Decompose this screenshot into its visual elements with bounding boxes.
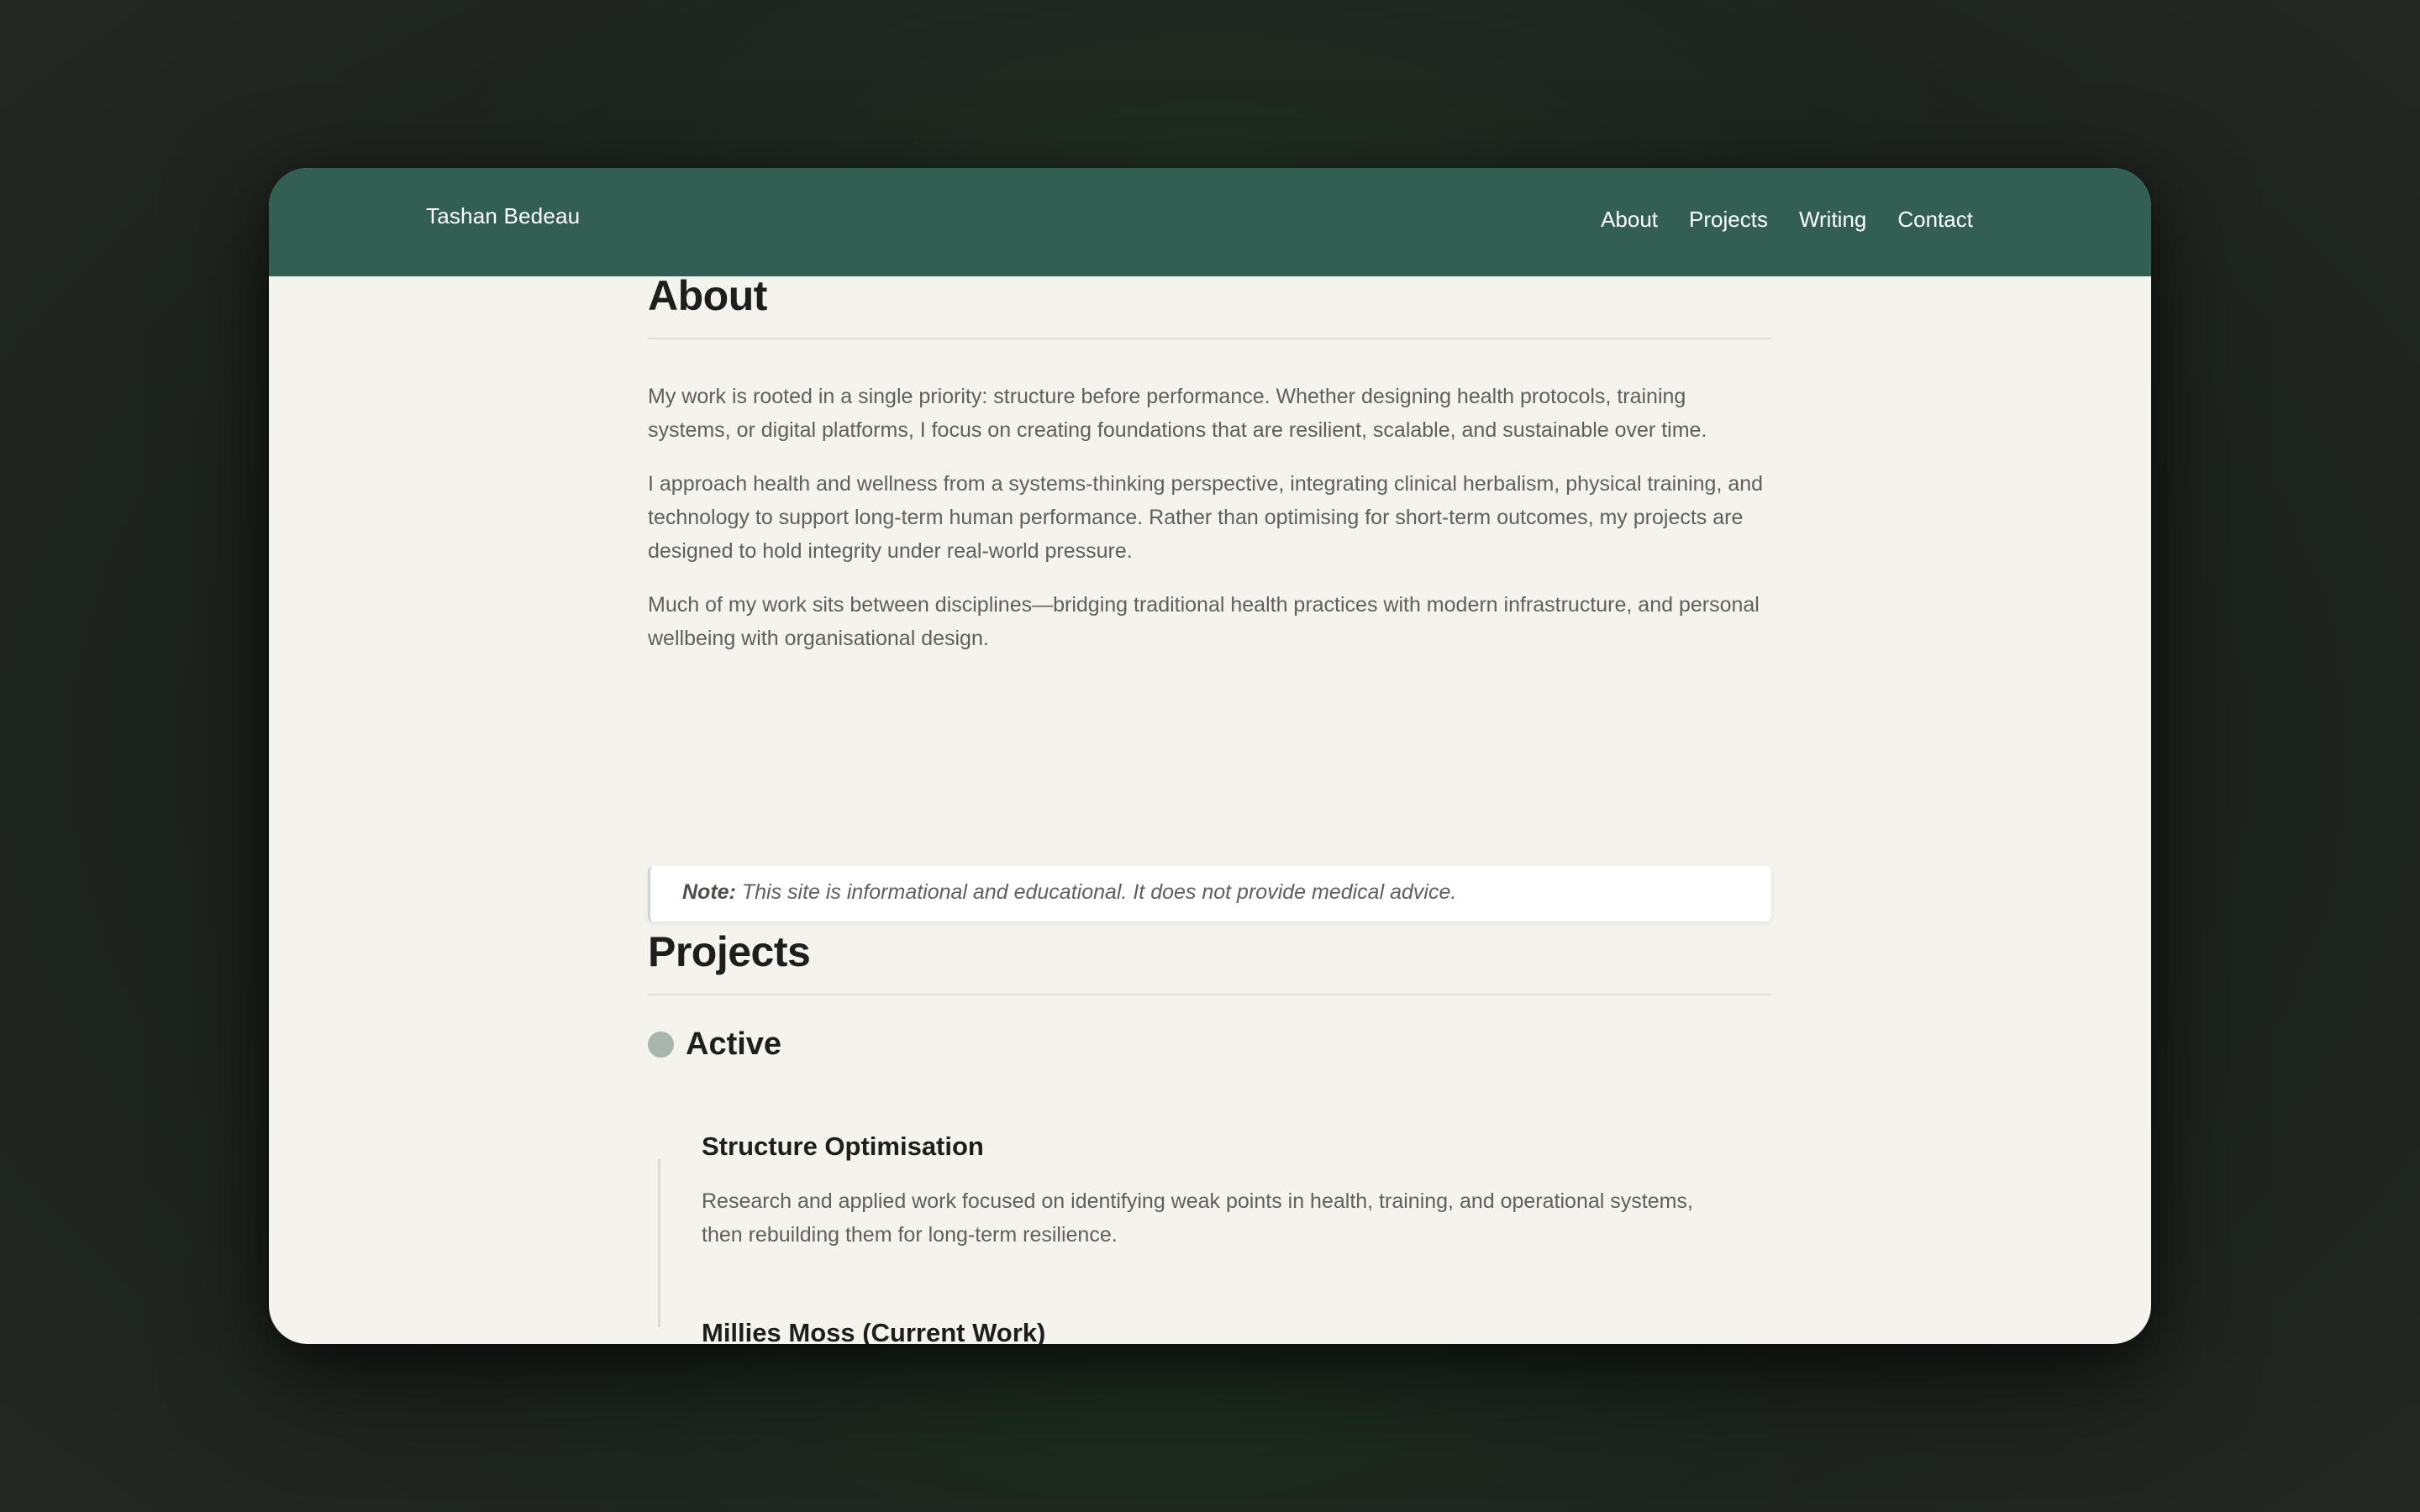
- nav-link-writing[interactable]: Writing: [1799, 207, 1866, 233]
- site-brand-link[interactable]: Tashan Bedeau: [426, 203, 580, 229]
- about-paragraph-1: My work is rooted in a single priority: …: [648, 385, 1707, 442]
- projects-heading-block: Projects: [648, 927, 1771, 976]
- about-paragraph-2: I approach health and wellness from a sy…: [648, 472, 1764, 563]
- nav-link-contact[interactable]: Contact: [1897, 207, 1973, 233]
- project-description-structure-optimisation: Research and applied work focused on ide…: [702, 1189, 1693, 1247]
- about-paragraph-1-block: My work is rooted in a single priority: …: [648, 380, 1771, 447]
- nav-link-about[interactable]: About: [1601, 207, 1658, 233]
- status-label: Active: [686, 1026, 782, 1062]
- status-dot-icon: [648, 1032, 674, 1058]
- project-title-millies-moss: Millies Moss (Current Work): [702, 1318, 1046, 1344]
- main-nav: About Projects Writing Contact: [1601, 207, 1973, 233]
- about-paragraph-3-block: Much of my work sits between disciplines…: [648, 588, 1771, 655]
- disclaimer-label: Note:: [682, 880, 736, 904]
- disclaimer-text: Note: This site is informational and edu…: [682, 880, 1456, 905]
- about-heading-block: About: [648, 276, 1771, 320]
- disclaimer-body: This site is informational and education…: [735, 880, 1457, 904]
- projects-divider: [648, 994, 1771, 995]
- page-content[interactable]: About My work is rooted in a single prio…: [269, 276, 2151, 1344]
- about-paragraph-2-block: I approach health and wellness from a sy…: [648, 467, 1771, 568]
- nav-link-projects[interactable]: Projects: [1689, 207, 1768, 233]
- site-header: Tashan Bedeau About Projects Writing Con…: [269, 168, 2151, 276]
- about-divider: [648, 338, 1771, 339]
- about-paragraph-3: Much of my work sits between disciplines…: [648, 593, 1760, 650]
- browser-window: Tashan Bedeau About Projects Writing Con…: [269, 168, 2151, 1344]
- project-title-structure-optimisation: Structure Optimisation: [702, 1131, 984, 1161]
- disclaimer-note: Note: This site is informational and edu…: [648, 866, 1771, 921]
- status-active-row: Active: [648, 1026, 781, 1063]
- project-timeline-line: [658, 1159, 660, 1327]
- about-title: About: [648, 276, 767, 319]
- projects-title: Projects: [648, 928, 811, 975]
